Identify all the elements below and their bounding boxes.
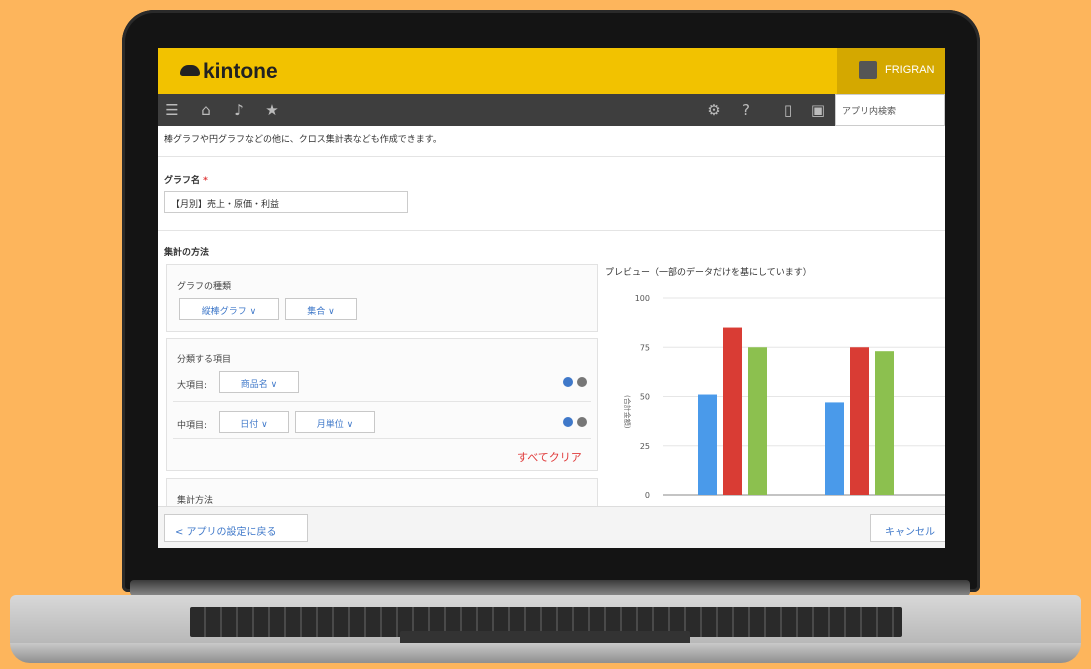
clear-all-link[interactable]: すべてクリア (517, 449, 582, 465)
method-label: 集計方法 (177, 496, 214, 506)
divider (173, 401, 591, 402)
app-screen: kintone FRIGRAN ☰ ⌂ ♪ ★ ⚙ ? ▯ ▣ アプリ内検索 棒… (158, 48, 945, 548)
menu-icon[interactable]: ☰ (164, 102, 180, 118)
graph-name-label: グラフ名 * (164, 176, 208, 186)
y-axis-label: (合計金額) (623, 395, 632, 429)
preview-chart: 100 75 50 25 0 (合計金額) (623, 294, 945, 500)
chart-bar (850, 347, 869, 495)
footer-bar: < アプリの設定に戻る キャンセル (158, 506, 945, 548)
chart-bar (825, 402, 844, 495)
major-item-select[interactable]: 商品名 ∨ (219, 371, 299, 393)
chart-bar (723, 327, 742, 495)
logo-icon (180, 65, 200, 76)
y-tick-label: 25 (640, 442, 650, 451)
user-menu[interactable]: FRIGRAN (837, 48, 945, 94)
cancel-button[interactable]: キャンセル (870, 514, 945, 542)
back-to-settings-button[interactable]: < アプリの設定に戻る (164, 514, 308, 542)
bell-icon[interactable]: ♪ (231, 102, 247, 118)
graph-mode-select[interactable]: 集合 ∨ (285, 298, 357, 320)
app-search-input[interactable]: アプリ内検索 (835, 94, 945, 126)
app-icon[interactable]: ▣ (810, 102, 826, 118)
y-tick-label: 50 (640, 393, 650, 402)
y-tick-label: 75 (640, 343, 650, 352)
remove-item-icon[interactable] (577, 417, 587, 427)
kintone-logo[interactable]: kintone (180, 60, 278, 84)
divider (158, 156, 945, 157)
laptop-lip (10, 643, 1081, 663)
middle-item-select[interactable]: 日付 ∨ (219, 411, 289, 433)
graph-name-input[interactable]: 【月別】売上・原価・利益 (164, 191, 408, 213)
middle-unit-select[interactable]: 月単位 ∨ (295, 411, 375, 433)
divider (158, 230, 945, 231)
user-name: FRIGRAN (885, 64, 935, 76)
preview-title: プレビュー（一部のデータだけを基にしています） (605, 268, 812, 278)
app-header: kintone FRIGRAN (158, 48, 945, 94)
remove-item-icon[interactable] (577, 377, 587, 387)
page-description: 棒グラフや円グラフなどの他に、クロス集計表なども作成できます。 (164, 135, 442, 145)
help-icon[interactable]: ? (738, 102, 754, 118)
avatar (859, 61, 877, 79)
chart-bar (748, 347, 767, 495)
y-tick-label: 0 (645, 491, 650, 500)
add-item-icon[interactable] (563, 377, 573, 387)
gear-icon[interactable]: ⚙ (706, 102, 722, 118)
laptop-base (10, 585, 1081, 663)
y-tick-label: 100 (635, 294, 650, 303)
graph-type-select[interactable]: 縦棒グラフ ∨ (179, 298, 279, 320)
mobile-icon[interactable]: ▯ (780, 102, 796, 118)
chart-bar (698, 394, 717, 495)
graph-type-panel: グラフの種類 縦棒グラフ ∨ 集合 ∨ (166, 264, 598, 332)
classify-label: 分類する項目 (177, 355, 232, 365)
nav-bar: ☰ ⌂ ♪ ★ ⚙ ? ▯ ▣ アプリ内検索 (158, 94, 945, 126)
home-icon[interactable]: ⌂ (198, 102, 214, 118)
middle-item-label: 中項目: (177, 421, 208, 431)
add-item-icon[interactable] (563, 417, 573, 427)
divider (173, 438, 591, 439)
laptop-deck (10, 595, 1081, 645)
chart-bar (875, 351, 894, 495)
major-item-label: 大項目: (177, 381, 208, 391)
aggregation-section-label: 集計の方法 (164, 248, 210, 258)
star-icon[interactable]: ★ (264, 102, 280, 118)
graph-type-label: グラフの種類 (177, 282, 232, 292)
required-mark: * (203, 176, 208, 186)
